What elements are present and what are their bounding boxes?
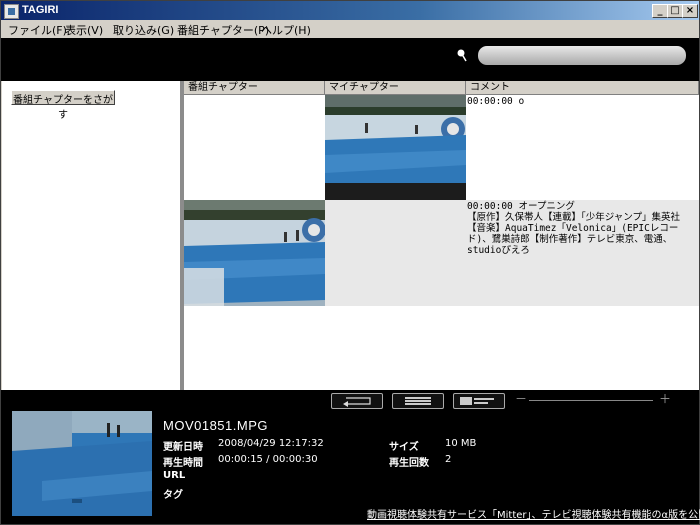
chapter-grid: 番組チャプター マイチャプター コメント 00:00:00 o 00:00:00… [184, 81, 699, 390]
menu-program-chapter[interactable]: 番組チャプター(P) [177, 22, 269, 38]
search-box [456, 46, 686, 66]
my-chapter-thumbnail[interactable] [325, 95, 466, 200]
detail-view-button[interactable] [453, 393, 505, 409]
program-chapter-cell[interactable] [184, 95, 325, 200]
menu-import[interactable]: 取り込み(G) [113, 22, 174, 38]
minimize-button[interactable]: _ [652, 4, 668, 18]
title-bar: TAGIRI _ □ × [1, 1, 699, 20]
menu-bar: ファイル(F) 表示(V) 取り込み(G) 番組チャプター(P) ヘルプ(H) [1, 20, 699, 38]
program-chapter-thumbnail[interactable] [184, 200, 326, 306]
value-updated: 2008/04/29 12:17:32 [218, 438, 324, 449]
value-play-count: 2 [445, 454, 452, 465]
label-url: URL [163, 470, 186, 481]
label-playtime: 再生時間 [163, 458, 203, 469]
zoom-track[interactable] [529, 400, 653, 401]
list-view-icon [405, 397, 431, 405]
left-pane: 番組チャプターをさがす [2, 81, 180, 390]
column-header-my-chapter[interactable]: マイチャプター [325, 81, 466, 95]
maximize-button[interactable]: □ [667, 4, 683, 18]
detail-view-icon [460, 397, 494, 405]
pool-thumbnail-image [325, 95, 466, 200]
label-tags: タグ [163, 490, 183, 501]
comment-cell[interactable]: 00:00:00 o [466, 95, 699, 200]
window-title: TAGIRI [22, 4, 59, 16]
menu-file[interactable]: ファイル(F) [8, 22, 67, 38]
label-updated: 更新日時 [163, 442, 203, 453]
column-header-comment[interactable]: コメント [466, 81, 699, 95]
toolbar [1, 38, 699, 81]
return-button[interactable] [331, 393, 383, 409]
value-size: 10 MB [445, 438, 477, 449]
app-window: TAGIRI _ □ × ファイル(F) 表示(V) 取り込み(G) 番組チャプ… [0, 0, 700, 525]
menu-help[interactable]: ヘルプ(H) [261, 22, 311, 38]
search-icon [457, 49, 467, 62]
my-chapter-cell[interactable] [325, 200, 466, 306]
label-size: サイズ [389, 442, 419, 453]
search-input[interactable] [478, 46, 686, 65]
list-view-button[interactable] [392, 393, 444, 409]
details-panel: － ＋ MOV01851.MPG 更新日時 2008/04/29 12:17:3… [1, 390, 700, 524]
zoom-out-icon[interactable]: － [515, 390, 527, 407]
app-icon [4, 4, 19, 19]
close-button[interactable]: × [682, 4, 698, 18]
preview-thumbnail[interactable] [12, 411, 152, 516]
pool-thumbnail-image [184, 200, 326, 306]
zoom-in-icon[interactable]: ＋ [659, 390, 671, 407]
return-icon [343, 397, 371, 407]
value-playtime: 00:00:15 / 00:00:30 [218, 454, 318, 465]
news-link[interactable]: 動画視聴体験共有サービス「Mitter」、テレビ視聴体験共有機能のα版を公開 [367, 506, 700, 521]
find-program-chapter-button[interactable]: 番組チャプターをさがす [11, 90, 115, 121]
menu-view[interactable]: 表示(V) [65, 22, 103, 38]
comment-cell[interactable]: 00:00:00 オープニング 【原作】久保帯人【連載】「少年ジャンプ」集英社【… [466, 200, 699, 306]
column-header-program-chapter[interactable]: 番組チャプター [184, 81, 325, 95]
file-name: MOV01851.MPG [163, 418, 268, 433]
label-play-count: 再生回数 [389, 458, 429, 469]
video-preview-image [12, 411, 152, 516]
zoom-slider[interactable]: － ＋ [515, 392, 675, 408]
